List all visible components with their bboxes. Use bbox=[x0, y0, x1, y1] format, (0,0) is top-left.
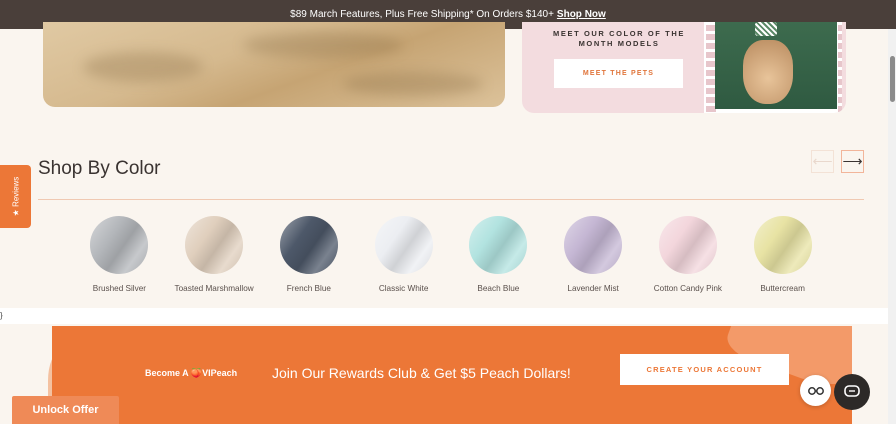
arrow-right-icon: ⟶ bbox=[842, 153, 863, 169]
color-swatch-item[interactable]: Beach Blue bbox=[451, 216, 546, 293]
reviews-tab-label: ★ Reviews bbox=[11, 176, 20, 217]
dog-photo bbox=[715, 22, 837, 109]
color-swatch-item[interactable]: Classic White bbox=[356, 216, 451, 293]
promo-heading: MEET OUR COLOR OF THE MONTH MODELS bbox=[553, 29, 685, 48]
reviews-tab[interactable]: ★ Reviews bbox=[0, 165, 31, 228]
rewards-banner: Become A 🍑VIPeach Join Our Rewards Club … bbox=[52, 326, 852, 424]
swatch-label[interactable]: Cotton Candy Pink bbox=[654, 284, 722, 293]
swatch-label[interactable]: Beach Blue bbox=[477, 284, 519, 293]
glasses-icon bbox=[807, 386, 824, 395]
peach-icon: 🍑 bbox=[190, 368, 203, 378]
swatch-image[interactable] bbox=[753, 216, 812, 274]
swatch-label[interactable]: French Blue bbox=[287, 284, 331, 293]
announcement-text: $89 March Features, Plus Free Shipping* … bbox=[290, 9, 554, 20]
arrow-left-icon: ⟵ bbox=[812, 153, 833, 169]
section-divider bbox=[38, 199, 864, 200]
swatch-image[interactable] bbox=[374, 216, 433, 274]
color-swatch-item[interactable]: French Blue bbox=[262, 216, 357, 293]
section-title: Shop By Color bbox=[38, 158, 161, 179]
stray-character: } bbox=[0, 311, 3, 320]
swatch-image[interactable] bbox=[90, 216, 149, 274]
color-swatch-item[interactable]: Toasted Marshmallow bbox=[167, 216, 262, 293]
color-swatch-item[interactable]: Brushed Silver bbox=[72, 216, 167, 293]
chat-icon bbox=[844, 385, 860, 397]
swatch-image[interactable] bbox=[469, 216, 528, 274]
color-swatch-item[interactable]: Lavender Mist bbox=[546, 216, 641, 293]
carousel-prev-button[interactable]: ⟵ bbox=[811, 150, 834, 173]
scrollbar-thumb[interactable] bbox=[890, 56, 895, 102]
shop-now-link[interactable]: Shop Now bbox=[557, 9, 606, 20]
swatch-image[interactable] bbox=[658, 216, 717, 274]
vipeach-brand: Become A 🍑VIPeach bbox=[145, 368, 238, 378]
create-account-button[interactable]: CREATE YOUR ACCOUNT bbox=[620, 354, 789, 385]
content-band bbox=[0, 308, 896, 324]
chat-button[interactable] bbox=[834, 374, 870, 410]
color-of-month-card: MEET OUR COLOR OF THE MONTH MODELS MEET … bbox=[522, 22, 846, 113]
rewards-text: Join Our Rewards Club & Get $5 Peach Dol… bbox=[272, 365, 571, 381]
glasses-widget-button[interactable] bbox=[800, 375, 831, 406]
swatch-image[interactable] bbox=[185, 216, 244, 274]
color-swatch-item[interactable]: Buttercream bbox=[735, 216, 830, 293]
color-swatch-item[interactable]: Cotton Candy Pink bbox=[641, 216, 736, 293]
color-swatch-list: Brushed Silver Toasted Marshmallow French … bbox=[72, 216, 832, 293]
swatch-label[interactable]: Brushed Silver bbox=[93, 284, 146, 293]
swatch-label[interactable]: Buttercream bbox=[760, 284, 805, 293]
unlock-offer-button[interactable]: Unlock Offer bbox=[12, 396, 119, 424]
hero-fabric-image[interactable] bbox=[43, 22, 505, 107]
swatch-label[interactable]: Classic White bbox=[379, 284, 429, 293]
swatch-image[interactable] bbox=[564, 216, 623, 274]
swatch-image[interactable] bbox=[279, 216, 338, 274]
meet-the-pets-button[interactable]: MEET THE PETS bbox=[554, 59, 683, 88]
swatch-label[interactable]: Toasted Marshmallow bbox=[175, 284, 254, 293]
carousel-next-button[interactable]: ⟶ bbox=[841, 150, 864, 173]
swatch-label[interactable]: Lavender Mist bbox=[567, 284, 618, 293]
